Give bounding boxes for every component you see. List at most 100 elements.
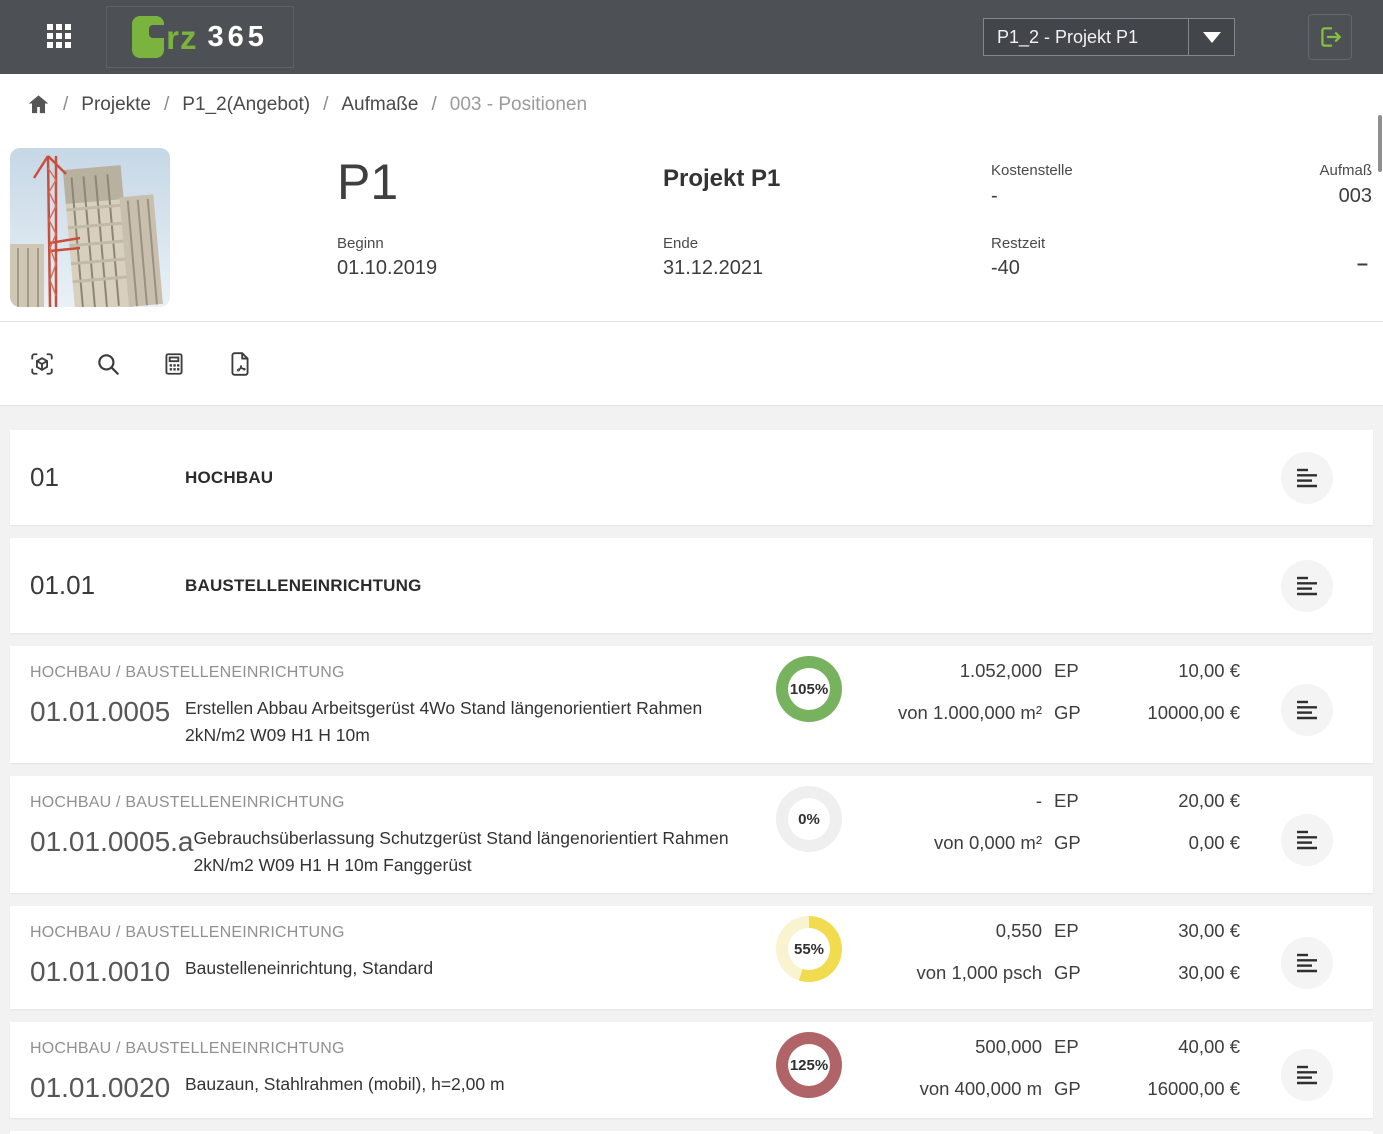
home-icon[interactable] xyxy=(27,93,50,116)
gp-label: GP xyxy=(1054,700,1080,726)
topbar: rz 365 P1_2 - Projekt P1 xyxy=(0,0,1383,74)
row-menu-button[interactable] xyxy=(1281,937,1333,989)
ende-label: Ende xyxy=(663,235,698,252)
search-icon[interactable] xyxy=(95,351,121,377)
project-selector[interactable]: P1_2 - Projekt P1 xyxy=(983,18,1235,56)
progress-donut: 105% xyxy=(776,656,842,722)
gp-value: 0,00 € xyxy=(1080,830,1240,856)
position-path: HOCHBAU / BAUSTELLENEINRICHTUNG xyxy=(30,794,776,812)
progress-label: 105% xyxy=(790,681,828,698)
row-menu-button[interactable] xyxy=(1281,1049,1333,1101)
align-left-menu-icon xyxy=(1295,829,1319,851)
collapse-header-control[interactable]: – xyxy=(1357,253,1368,276)
ep-label: EP xyxy=(1054,788,1080,814)
pdf-export-icon[interactable] xyxy=(227,351,253,377)
group-code: 01 xyxy=(30,462,185,493)
gp-label: GP xyxy=(1054,830,1080,856)
ep-value: 40,00 € xyxy=(1080,1034,1240,1060)
breadcrumb-item-projekte[interactable]: Projekte xyxy=(81,94,151,116)
logout-icon xyxy=(1317,24,1343,50)
apps-grid-icon[interactable] xyxy=(47,24,73,50)
quantity-of: von 1,000 psch xyxy=(842,960,1042,986)
position-code: 01.01.0010 xyxy=(30,956,185,988)
position-code: 01.01.0005 xyxy=(30,696,185,749)
quantity-value: 500,000 xyxy=(842,1034,1042,1060)
position-code: 01.01.0005.a xyxy=(30,826,194,879)
logo-suffix-text: 365 xyxy=(207,23,267,52)
aufmass-label: Aufmaß xyxy=(1319,162,1372,179)
align-left-menu-icon xyxy=(1295,699,1319,721)
kostenstelle-label: Kostenstelle xyxy=(991,162,1073,179)
breadcrumb-separator: / xyxy=(323,94,328,116)
position-path: HOCHBAU / BAUSTELLENEINRICHTUNG xyxy=(30,1040,776,1058)
align-left-menu-icon xyxy=(1295,575,1319,597)
quantity-value: - xyxy=(842,788,1042,814)
position-path: HOCHBAU / BAUSTELLENEINRICHTUNG xyxy=(30,664,776,682)
breadcrumb: / Projekte / P1_2(Angebot) / Aufmaße / 0… xyxy=(0,74,1383,135)
quantity-of: von 0,000 m² xyxy=(842,830,1042,856)
ende-value: 31.12.2021 xyxy=(663,257,763,280)
position-row[interactable]: HOCHBAU / BAUSTELLENEINRICHTUNG 01.01.00… xyxy=(10,1022,1373,1118)
position-row[interactable]: HOCHBAU / BAUSTELLENEINRICHTUNG 01.01.00… xyxy=(10,776,1373,893)
restzeit-label: Restzeit xyxy=(991,235,1045,252)
breadcrumb-separator: / xyxy=(63,94,68,116)
position-row[interactable]: HOCHBAU / BAUSTELLENEINRICHTUNG 01.01.00… xyxy=(10,646,1373,763)
gp-value: 10000,00 € xyxy=(1080,700,1240,726)
project-name: Projekt P1 xyxy=(663,165,780,193)
breadcrumb-item-aufmasse[interactable]: Aufmaße xyxy=(341,94,418,116)
beginn-label: Beginn xyxy=(337,235,384,252)
ep-value: 20,00 € xyxy=(1080,788,1240,814)
calculator-icon[interactable] xyxy=(161,351,187,377)
ep-value: 10,00 € xyxy=(1080,658,1240,684)
logo-b-glyph xyxy=(132,16,164,58)
align-left-menu-icon xyxy=(1295,467,1319,489)
progress-donut: 0% xyxy=(776,786,842,852)
group-title: HOCHBAU xyxy=(185,468,273,488)
project-header: P1 Projekt P1 Kostenstelle - Aufmaß 003 … xyxy=(0,135,1383,322)
scan-cube-icon[interactable] xyxy=(29,351,55,377)
positions-list: 01 HOCHBAU 01.01 BAUSTELLENEINRICHTUNG H… xyxy=(0,406,1383,1134)
breadcrumb-separator: / xyxy=(431,94,436,116)
progress-donut: 55% xyxy=(776,916,842,982)
brz365-logo: rz 365 xyxy=(106,6,294,68)
row-menu-button[interactable] xyxy=(1281,814,1333,866)
progress-label: 125% xyxy=(790,1057,828,1074)
align-left-menu-icon xyxy=(1295,952,1319,974)
quantity-of: von 1.000,000 m² xyxy=(842,700,1042,726)
progress-label: 0% xyxy=(798,811,820,828)
project-selector-value: P1_2 - Projekt P1 xyxy=(984,27,1188,48)
group-title: BAUSTELLENEINRICHTUNG xyxy=(185,576,422,596)
project-photo xyxy=(10,148,170,307)
project-code: P1 xyxy=(337,153,398,211)
ep-label: EP xyxy=(1054,658,1080,684)
ep-label: EP xyxy=(1054,1034,1080,1060)
vertical-scrollbar[interactable] xyxy=(1378,115,1382,172)
quantity-value: 0,550 xyxy=(842,918,1042,944)
position-code: 01.01.0020 xyxy=(30,1072,185,1104)
gp-label: GP xyxy=(1054,1076,1080,1102)
row-menu-button[interactable] xyxy=(1281,452,1333,504)
group-row-01[interactable]: 01 HOCHBAU xyxy=(10,430,1373,525)
logout-button[interactable] xyxy=(1308,14,1352,60)
row-menu-button[interactable] xyxy=(1281,560,1333,612)
kostenstelle-value: - xyxy=(991,185,998,208)
ep-value: 30,00 € xyxy=(1080,918,1240,944)
breadcrumb-item-angebot[interactable]: P1_2(Angebot) xyxy=(182,94,310,116)
restzeit-value: -40 xyxy=(991,257,1020,280)
position-description: Bauzaun, Stahlrahmen (mobil), h=2,00 m xyxy=(185,1071,505,1104)
row-menu-button[interactable] xyxy=(1281,684,1333,736)
project-selector-arrow[interactable] xyxy=(1188,19,1234,55)
breadcrumb-item-positionen: 003 - Positionen xyxy=(450,94,587,116)
position-description: Baustelleneinrichtung, Standard xyxy=(185,955,433,988)
gp-value: 16000,00 € xyxy=(1080,1076,1240,1102)
align-left-menu-icon xyxy=(1295,1064,1319,1086)
logo-brand-text: rz xyxy=(166,21,197,54)
position-description: Gebrauchsüberlassung Schutzgerüst Stand … xyxy=(194,825,739,879)
position-row[interactable]: HOCHBAU / BAUSTELLENEINRICHTUNG 01.01.00… xyxy=(10,906,1373,1009)
toolbar xyxy=(0,322,1383,406)
breadcrumb-separator: / xyxy=(164,94,169,116)
group-row-01-01[interactable]: 01.01 BAUSTELLENEINRICHTUNG xyxy=(10,538,1373,633)
group-code: 01.01 xyxy=(30,570,185,601)
chevron-down-icon xyxy=(1203,32,1221,43)
progress-label: 55% xyxy=(794,941,824,958)
